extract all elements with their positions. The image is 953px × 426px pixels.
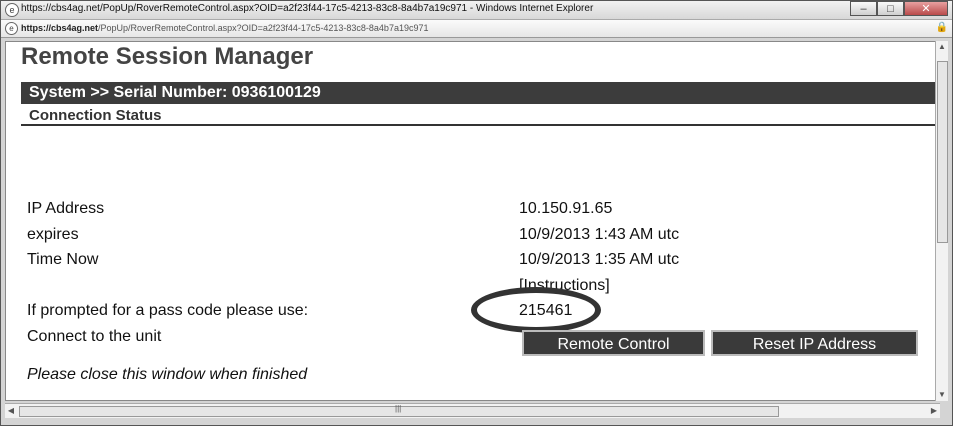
ip-address-label: IP Address bbox=[27, 200, 105, 217]
address-bar[interactable]: e https://cbs4ag.net/PopUp/RoverRemoteCo… bbox=[1, 20, 952, 38]
title-bar: e https://cbs4ag.net/PopUp/RoverRemoteCo… bbox=[1, 1, 952, 20]
expires-label: expires bbox=[27, 226, 79, 243]
vertical-scrollbar[interactable]: ▲ ▼ bbox=[935, 41, 948, 401]
remote-control-button[interactable]: Remote Control bbox=[522, 330, 705, 356]
page-title: Remote Session Manager bbox=[21, 43, 314, 70]
reset-ip-button[interactable]: Reset IP Address bbox=[711, 330, 918, 356]
scroll-right-icon[interactable]: ▶ bbox=[928, 404, 940, 418]
time-now-value: 10/9/2013 1:35 AM utc bbox=[519, 251, 680, 268]
time-now-label: Time Now bbox=[27, 251, 99, 268]
maximize-button[interactable]: □ bbox=[877, 1, 904, 16]
scroll-up-icon[interactable]: ▲ bbox=[936, 41, 948, 53]
horizontal-scrollbar[interactable]: ◀ ||| ▶ bbox=[5, 403, 940, 418]
lock-icon: 🔒 bbox=[935, 22, 948, 33]
close-button[interactable]: ✕ bbox=[904, 1, 948, 16]
close-window-note: Please close this window when finished bbox=[27, 366, 308, 383]
minimize-button[interactable]: – bbox=[850, 1, 877, 16]
address-path: /PopUp/RoverRemoteControl.aspx?OID=a2f23… bbox=[98, 23, 429, 33]
window-controls: – □ ✕ bbox=[850, 1, 948, 18]
section-title: Connection Status bbox=[29, 107, 162, 124]
highlight-circle bbox=[471, 287, 601, 333]
section-header: Connection Status bbox=[21, 104, 936, 126]
scroll-left-icon[interactable]: ◀ bbox=[5, 404, 17, 418]
system-serial-bar: System >> Serial Number: 0936100129 bbox=[21, 82, 936, 104]
scroll-down-icon[interactable]: ▼ bbox=[936, 389, 948, 401]
passcode-label: If prompted for a pass code please use: bbox=[27, 302, 309, 319]
ie-icon: e bbox=[5, 3, 19, 17]
browser-window: e https://cbs4ag.net/PopUp/RoverRemoteCo… bbox=[0, 0, 953, 426]
ip-address-value: 10.150.91.65 bbox=[519, 200, 613, 217]
address-host: https://cbs4ag.net bbox=[21, 23, 99, 33]
address-url[interactable]: https://cbs4ag.net/PopUp/RoverRemoteCont… bbox=[21, 23, 428, 33]
scroll-grip-icon: ||| bbox=[395, 404, 402, 413]
connect-label: Connect to the unit bbox=[27, 328, 162, 345]
vertical-scroll-thumb[interactable] bbox=[937, 61, 948, 243]
ie-page-icon: e bbox=[5, 22, 18, 35]
expires-value: 10/9/2013 1:43 AM utc bbox=[519, 226, 680, 243]
window-title: https://cbs4ag.net/PopUp/RoverRemoteCont… bbox=[21, 3, 594, 14]
